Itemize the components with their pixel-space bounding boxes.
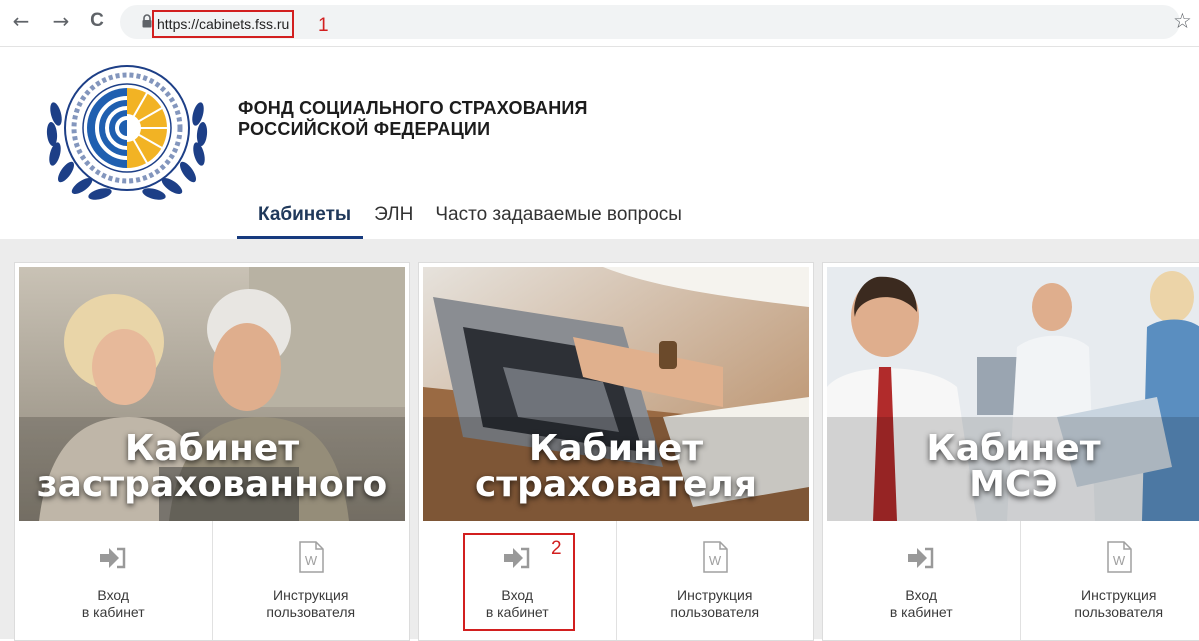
forward-arrow-icon[interactable]: → bbox=[48, 8, 74, 34]
main-nav-tabs: Кабинеты ЭЛН Часто задаваемые вопросы bbox=[237, 200, 693, 240]
word-document-icon: W bbox=[1106, 541, 1132, 573]
login-label: Вход в кабинет bbox=[823, 587, 1020, 621]
url-text[interactable]: https://cabinets.fss.ru bbox=[152, 10, 294, 38]
org-name-line1: ФОНД СОЦИАЛЬНОГО СТРАХОВАНИЯ bbox=[238, 98, 588, 119]
word-document-icon: W bbox=[702, 541, 728, 573]
svg-text:W: W bbox=[709, 553, 722, 568]
sign-in-icon bbox=[908, 547, 934, 569]
card-insured-image[interactable]: Кабинет застрахованного bbox=[19, 267, 405, 521]
manual-label: Инструкция пользователя bbox=[213, 587, 410, 621]
user-manual-button[interactable]: W Инструкция пользователя bbox=[616, 521, 814, 640]
reload-icon[interactable]: C bbox=[84, 8, 110, 34]
card-title-line2: страхователя bbox=[423, 467, 809, 503]
card-mse-image[interactable]: Кабинет МСЭ bbox=[827, 267, 1199, 521]
tab-faq[interactable]: Часто задаваемые вопросы bbox=[424, 200, 693, 240]
annotation-marker-1: 1 bbox=[318, 15, 329, 37]
organization-name: ФОНД СОЦИАЛЬНОГО СТРАХОВАНИЯ РОССИЙСКОЙ … bbox=[238, 98, 588, 140]
card-mse-title: Кабинет МСЭ bbox=[827, 431, 1199, 503]
manual-label-line2: пользователя bbox=[1021, 604, 1199, 621]
card-mse: Кабинет МСЭ Вход в кабинет W Инструкция … bbox=[822, 262, 1199, 641]
login-label-line2: в кабинет bbox=[15, 604, 212, 621]
back-arrow-icon[interactable]: ← bbox=[8, 8, 34, 34]
card-actions: Вход в кабинет W Инструкция пользователя bbox=[15, 521, 409, 640]
manual-label-line2: пользователя bbox=[213, 604, 410, 621]
org-name-line2: РОССИЙСКОЙ ФЕДЕРАЦИИ bbox=[238, 119, 588, 140]
login-button[interactable]: Вход в кабинет bbox=[15, 521, 212, 640]
fss-emblem-logo[interactable] bbox=[38, 54, 216, 212]
card-employer-title: Кабинет страхователя bbox=[423, 431, 809, 503]
login-button[interactable]: Вход в кабинет bbox=[823, 521, 1020, 640]
bookmark-star-icon[interactable]: ☆ bbox=[1173, 9, 1192, 33]
login-label-line1: Вход bbox=[15, 587, 212, 604]
manual-label-line2: пользователя bbox=[617, 604, 814, 621]
card-actions: Вход в кабинет W Инструкция пользователя bbox=[823, 521, 1199, 640]
card-insured-title: Кабинет застрахованного bbox=[19, 431, 405, 503]
manual-label-line1: Инструкция bbox=[1021, 587, 1199, 604]
word-document-icon: W bbox=[298, 541, 324, 573]
sign-in-icon bbox=[100, 547, 126, 569]
card-title-line1: Кабинет bbox=[423, 431, 809, 467]
manual-label: Инструкция пользователя bbox=[1021, 587, 1199, 621]
user-manual-button[interactable]: W Инструкция пользователя bbox=[212, 521, 410, 640]
card-title-line1: Кабинет bbox=[827, 431, 1199, 467]
user-manual-button[interactable]: W Инструкция пользователя bbox=[1020, 521, 1199, 640]
manual-label: Инструкция пользователя bbox=[617, 587, 814, 621]
card-insured: Кабинет застрахованного Вход в кабинет W… bbox=[14, 262, 410, 641]
card-title-line2: МСЭ bbox=[827, 467, 1199, 503]
login-label: Вход в кабинет bbox=[15, 587, 212, 621]
manual-label-line1: Инструкция bbox=[213, 587, 410, 604]
tab-eln[interactable]: ЭЛН bbox=[363, 200, 424, 240]
svg-text:W: W bbox=[305, 553, 318, 568]
login-label-line2: в кабинет bbox=[823, 604, 1020, 621]
card-employer-image[interactable]: Кабинет страхователя bbox=[423, 267, 809, 521]
card-title-line2: застрахованного bbox=[19, 467, 405, 503]
svg-text:W: W bbox=[1113, 553, 1126, 568]
browser-toolbar: ← → C https://cabinets.fss.ru 1 ☆ bbox=[0, 0, 1199, 47]
annotation-marker-2: 2 bbox=[551, 538, 562, 560]
lock-icon bbox=[142, 14, 152, 28]
manual-label-line1: Инструкция bbox=[617, 587, 814, 604]
tab-cabinets[interactable]: Кабинеты bbox=[237, 200, 363, 240]
login-label-line1: Вход bbox=[823, 587, 1020, 604]
card-title-line1: Кабинет bbox=[19, 431, 405, 467]
